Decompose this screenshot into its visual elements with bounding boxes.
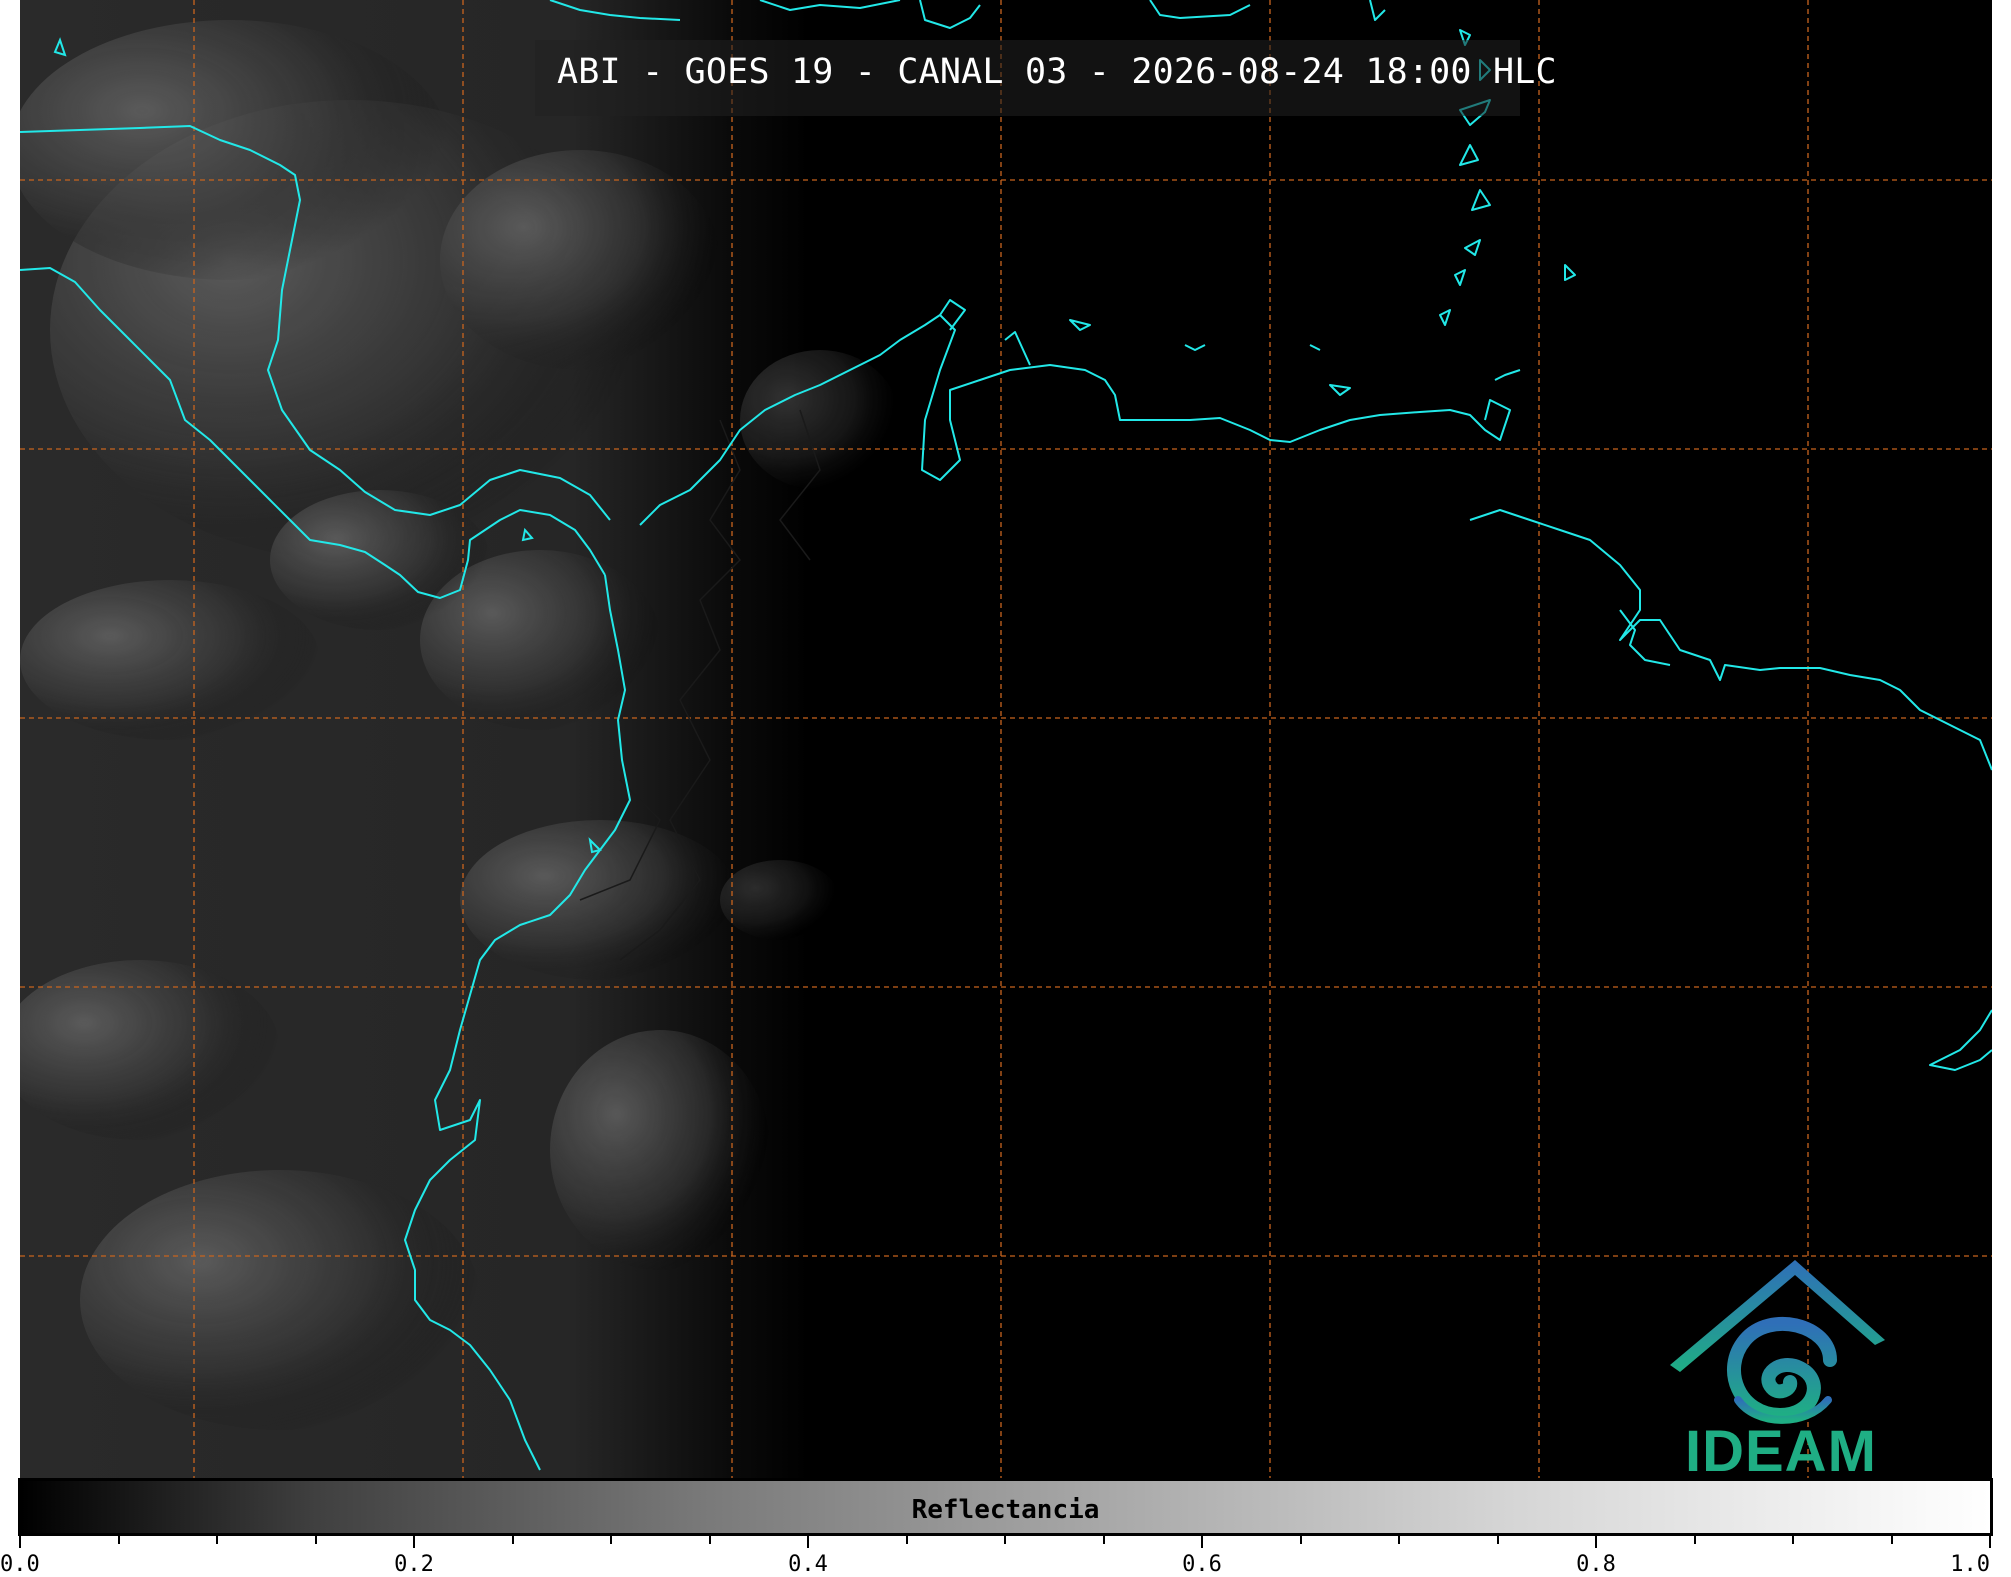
colorbar-label: Reflectancia: [911, 1495, 1100, 1525]
colorbar-tick: [1890, 1536, 1893, 1544]
colorbar-tick: [314, 1536, 317, 1544]
colorbar-tick-label: 0.8: [1576, 1552, 1616, 1577]
colorbar-tick-label: 0.6: [1182, 1552, 1222, 1577]
colorbar-tick-label: 0.2: [394, 1552, 434, 1577]
ideam-logo-text: IDEAM: [1685, 1419, 1877, 1484]
colorbar-tick: [1792, 1536, 1794, 1544]
colorbar-tick: [216, 1536, 218, 1544]
colorbar-tick: [413, 1536, 415, 1548]
colorbar-tick: [1989, 1536, 1991, 1548]
colorbar-tick: [1004, 1536, 1006, 1544]
colorbar-tick-label: 0.0: [0, 1552, 40, 1577]
colorbar-tick-label: 0.4: [788, 1552, 828, 1577]
colorbar-tick: [1201, 1536, 1203, 1548]
colorbar: Reflectancia: [18, 1478, 1993, 1536]
colorbar-tick: [1299, 1536, 1302, 1544]
colorbar-tick: [708, 1536, 711, 1544]
colorbar-tick-label: 1.0: [1950, 1552, 1990, 1577]
colorbar-tick: [1102, 1536, 1105, 1544]
colorbar-tick: [905, 1536, 908, 1544]
map-title: ABI - GOES 19 - CANAL 03 - 2026-08-24 18…: [557, 52, 1557, 92]
colorbar-tick: [1693, 1536, 1696, 1544]
colorbar-tick: [1496, 1536, 1499, 1544]
colorbar-tick: [19, 1536, 21, 1548]
colorbar-tick: [1398, 1536, 1400, 1544]
colorbar-tick: [807, 1536, 809, 1548]
colorbar-tick: [1595, 1536, 1597, 1548]
colorbar-tick: [511, 1536, 514, 1544]
colorbar-tick: [610, 1536, 612, 1544]
colorbar-tick: [117, 1536, 120, 1544]
